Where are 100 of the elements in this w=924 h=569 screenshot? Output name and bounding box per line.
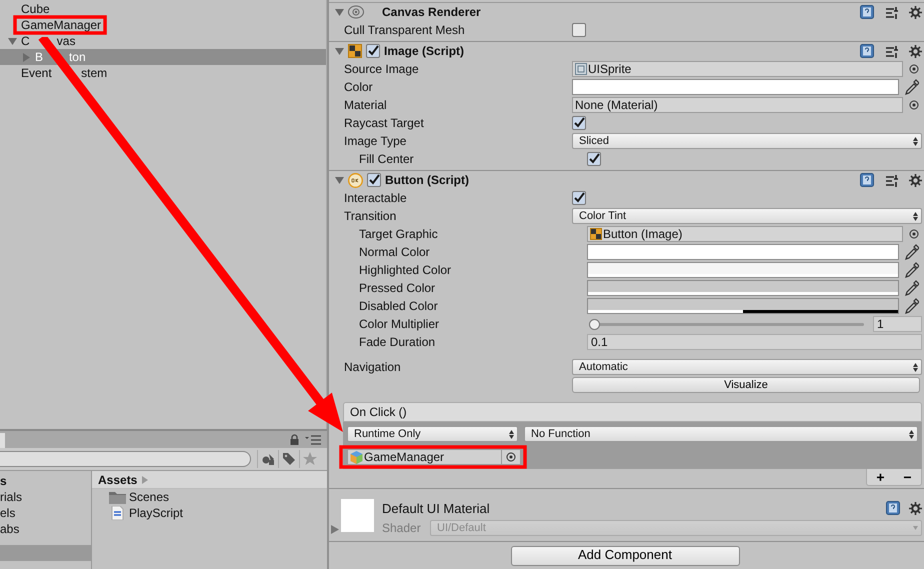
asset-item[interactable]: PlayScript [129, 506, 184, 520]
color-field[interactable] [587, 280, 899, 296]
object-field[interactable]: None (Material) [572, 97, 903, 113]
property-label: Cull Transparent Mesh [344, 23, 465, 37]
shader-label: Shader [382, 521, 422, 535]
lock-icon[interactable] [290, 434, 299, 445]
dropdown[interactable]: Sliced [572, 133, 922, 149]
visualize-button[interactable]: Visualize [572, 377, 920, 393]
color-field[interactable] [572, 79, 899, 95]
property-label: Transition [344, 209, 396, 223]
settings-icon[interactable] [909, 44, 922, 58]
checkbox[interactable] [572, 23, 586, 37]
sliders-icon[interactable] [885, 6, 898, 18]
object-picker-icon[interactable] [909, 64, 919, 74]
settings-icon[interactable] [909, 502, 922, 514]
folder-icon [109, 490, 126, 504]
color-field[interactable] [587, 298, 899, 314]
slider-thumb[interactable] [589, 318, 600, 330]
number-field[interactable]: 0.1 [587, 334, 922, 350]
help-book-icon[interactable] [860, 173, 874, 187]
checkbox[interactable] [367, 173, 381, 187]
object-picker-icon[interactable] [909, 100, 919, 110]
checkmark-icon [573, 192, 585, 204]
checkbox[interactable] [587, 152, 601, 166]
breadcrumb[interactable]: Assets [98, 472, 138, 486]
property-label: Fill Center [359, 152, 414, 166]
caret-icon [913, 526, 918, 530]
component-title[interactable]: Image (Script) [384, 44, 464, 58]
component-title[interactable]: Button (Script) [385, 173, 469, 187]
hierarchy-label[interactable]: C [21, 35, 30, 47]
updown-arrows-icon [913, 362, 918, 372]
checkmark-icon [367, 45, 379, 57]
checkmark-icon [573, 117, 585, 129]
property-label: Material [344, 98, 387, 112]
dropdown[interactable]: Color Tint [572, 208, 922, 224]
expanded-triangle-icon[interactable] [335, 46, 344, 56]
expanded-triangle-icon[interactable] [335, 8, 344, 16]
add-component-button[interactable]: Add Component [510, 546, 740, 566]
eyedropper-icon[interactable] [905, 79, 919, 95]
checkmark-icon [368, 174, 380, 186]
folder-item[interactable]: s [0, 473, 91, 489]
checkmark-icon [588, 153, 600, 165]
object-field[interactable]: Button (Image) [587, 226, 903, 242]
hierarchy-label[interactable]: vas [56, 35, 76, 47]
property-label: Color Multiplier [359, 317, 440, 331]
folder-item[interactable]: rials [0, 489, 91, 505]
property-label: Disabled Color [359, 299, 438, 313]
object-picker-icon[interactable] [506, 452, 516, 462]
object-field[interactable]: GameManager [347, 449, 521, 465]
property-label: Pressed Color [359, 281, 436, 295]
dropdown[interactable]: Runtime Only [347, 426, 518, 442]
hierarchy-label[interactable]: Event [21, 67, 52, 79]
property-label: Target Graphic [359, 227, 438, 241]
checkbox[interactable] [572, 116, 586, 130]
eyedropper-icon[interactable] [905, 244, 919, 260]
property-label: Color [344, 80, 373, 94]
ok-badge-icon [348, 172, 363, 188]
help-book-icon[interactable] [860, 44, 874, 58]
property-label: Highlighted Color [359, 263, 452, 277]
number-field[interactable]: 1 [873, 316, 922, 332]
hierarchy-label[interactable]: stem [81, 67, 108, 79]
eye-icon [348, 5, 364, 19]
checkbox[interactable] [366, 44, 380, 58]
star-icon [303, 452, 317, 466]
help-book-icon[interactable] [886, 501, 900, 515]
color-field[interactable] [587, 244, 899, 260]
updown-arrows-icon [509, 430, 514, 438]
folder-item[interactable]: abs [0, 521, 91, 537]
property-label: Normal Color [359, 245, 430, 259]
sliders-icon[interactable] [885, 44, 898, 58]
object-picker-icon[interactable] [909, 229, 919, 239]
collapsed-triangle-icon[interactable] [331, 525, 339, 534]
dropdown[interactable]: Automatic [572, 359, 922, 375]
expanded-triangle-icon[interactable] [335, 176, 344, 184]
eyedropper-icon[interactable] [905, 298, 919, 314]
component-title[interactable]: Canvas Renderer [382, 5, 481, 19]
sliders-icon[interactable] [885, 174, 898, 186]
search-field[interactable] [0, 451, 251, 467]
script-file-icon [109, 506, 126, 520]
menu-icon[interactable] [305, 434, 321, 444]
color-field[interactable] [587, 262, 899, 278]
folder-item[interactable]: els [0, 505, 91, 521]
slider[interactable] [589, 318, 864, 330]
sprite-icon [575, 63, 587, 75]
dropdown[interactable]: No Function [524, 426, 918, 442]
checkbox[interactable] [572, 191, 586, 205]
eyedropper-icon[interactable] [905, 280, 919, 296]
filter-type-icon [261, 452, 275, 466]
help-book-icon[interactable] [860, 5, 874, 19]
chevron-icon [142, 476, 148, 484]
add-button[interactable]: + [867, 469, 894, 485]
remove-button[interactable]: − [894, 469, 921, 485]
expanded-triangle-icon[interactable] [8, 36, 17, 46]
eyedropper-icon[interactable] [905, 262, 919, 278]
asset-item[interactable]: Scenes [129, 490, 170, 504]
object-field[interactable]: UISprite [572, 61, 903, 77]
hierarchy-label[interactable]: Cube [21, 3, 50, 15]
settings-icon[interactable] [909, 174, 922, 186]
settings-icon[interactable] [909, 6, 922, 18]
updown-arrows-icon [913, 212, 918, 220]
